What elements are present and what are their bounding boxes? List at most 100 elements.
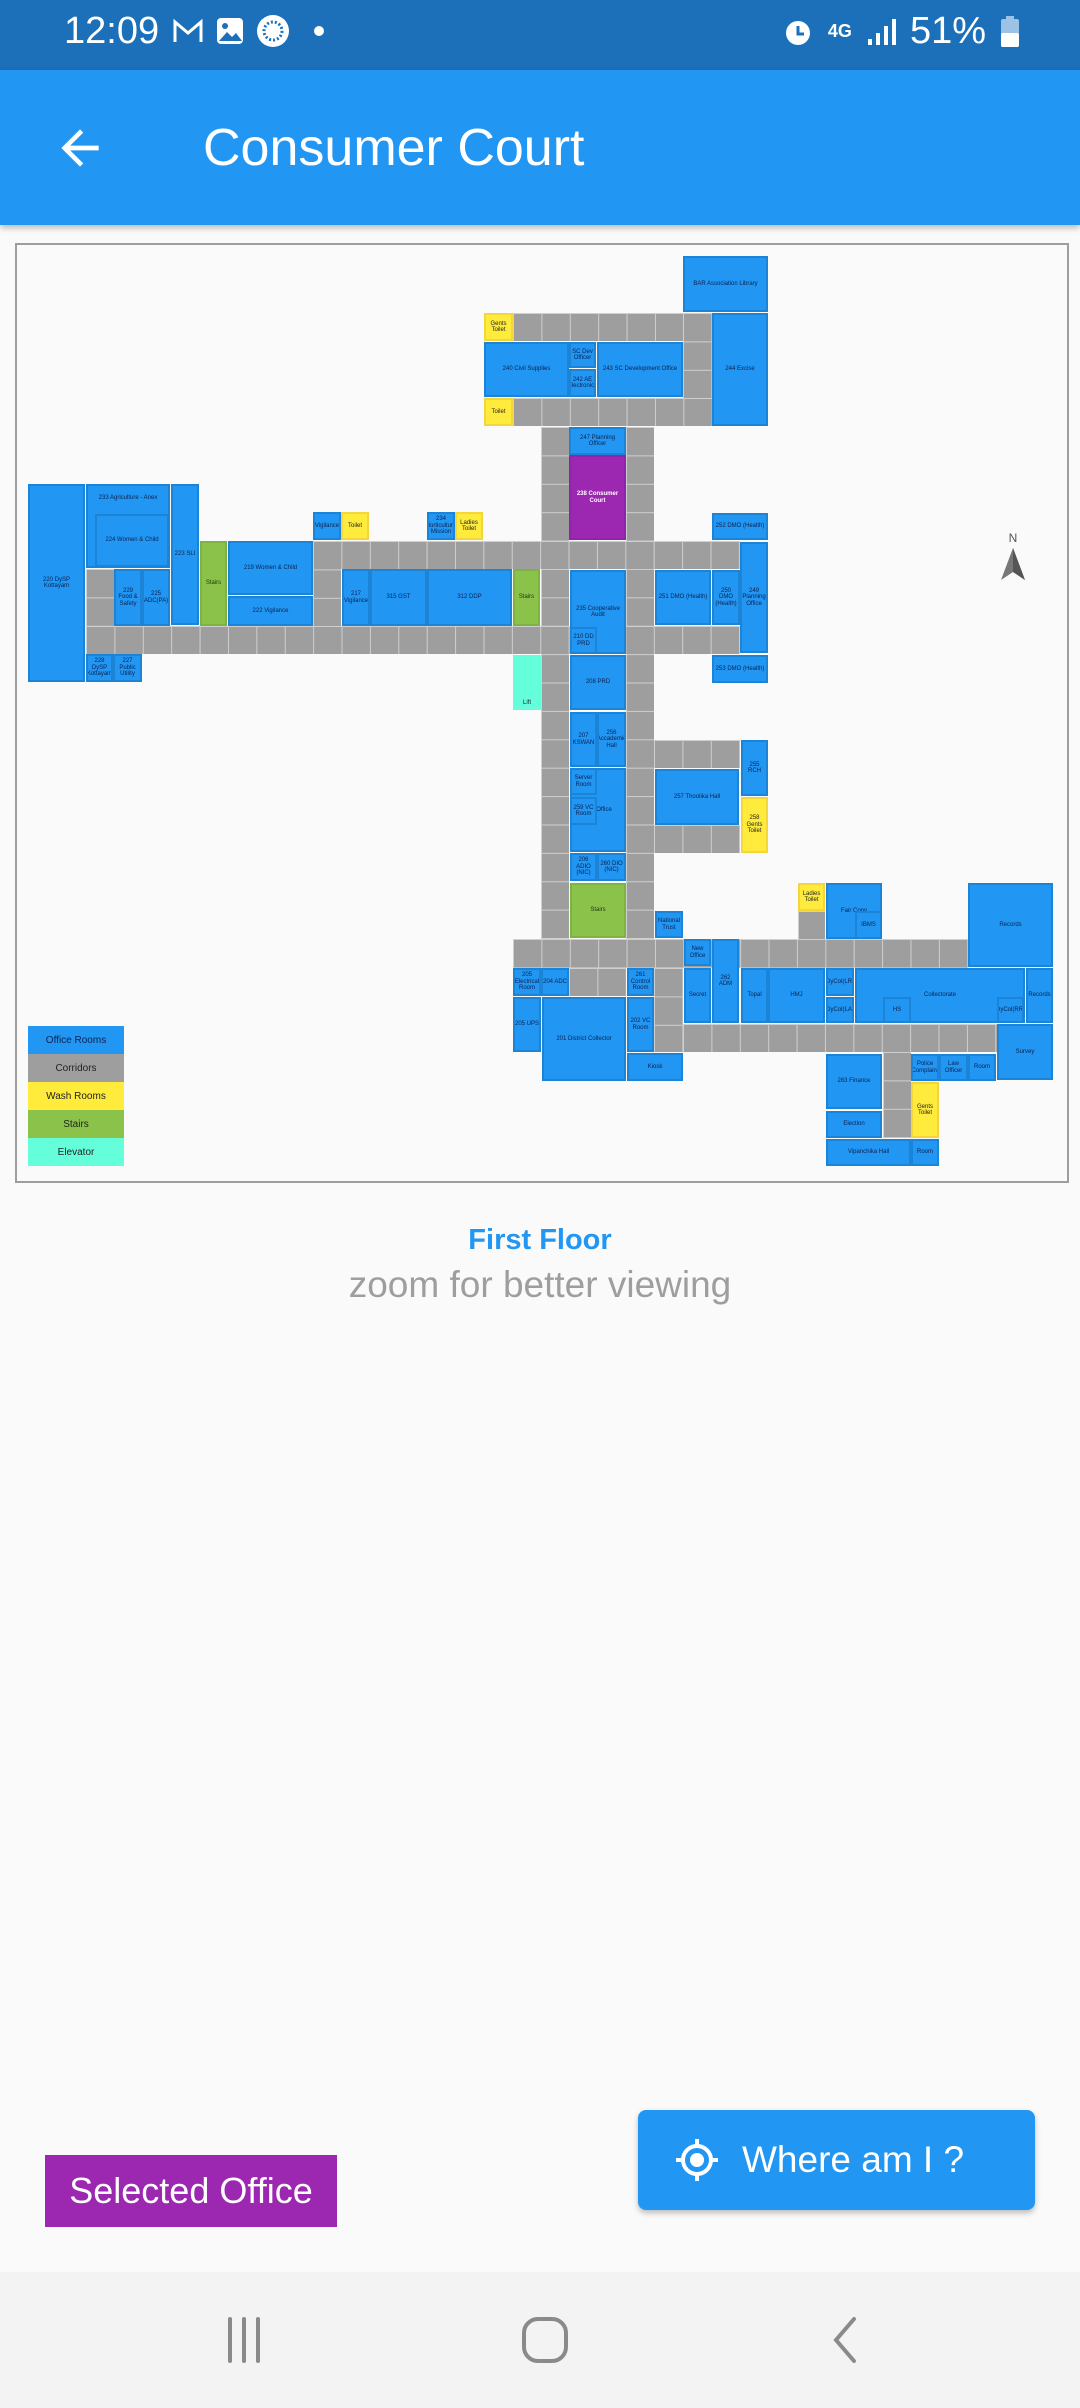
room-220-dysp-kottayam[interactable]: 220 DySP Kottayam	[28, 484, 85, 682]
arrow-left-icon[interactable]	[52, 120, 108, 176]
washroom-ladies-toilet[interactable]: Ladies Toilet	[455, 512, 483, 540]
room-records[interactable]: Records	[1026, 968, 1053, 1023]
room-251-dmo-health[interactable]: 251 DMO (Health)	[655, 570, 711, 625]
room-vigilance[interactable]: Vigilance	[313, 512, 341, 540]
room-204-adc[interactable]: 204 ADC	[541, 968, 569, 996]
room-server-room[interactable]: Server Room	[570, 768, 597, 795]
page-title: Consumer Court	[203, 119, 585, 177]
room-national-trust[interactable]: National Trust	[655, 911, 683, 938]
corridor	[569, 968, 626, 996]
zoom-hint: zoom for better viewing	[348, 1264, 732, 1305]
room-dycol-la[interactable]: DyCol(LA)	[826, 997, 854, 1023]
washroom-258-gents-toilet[interactable]: 258 Gents Toilet	[741, 797, 768, 853]
washroom-toilet[interactable]: Toilet	[341, 512, 369, 540]
room-262-adm[interactable]: 262 ADM	[712, 939, 739, 1023]
app-bar: Consumer Court	[0, 70, 1080, 225]
room-219-women-child[interactable]: 219 Women & Child	[228, 541, 313, 595]
room-243-sc-development-office[interactable]: 243 SC Development Office	[597, 342, 683, 397]
washroom-gents-toilet[interactable]: Gents Toilet	[484, 313, 513, 341]
stairs-stairs[interactable]: Stairs	[570, 883, 626, 938]
room-201-district-collector[interactable]: 201 District Collector	[542, 997, 626, 1081]
corridor	[654, 825, 740, 853]
back-icon[interactable]	[830, 2317, 860, 2363]
room-police-complaint[interactable]: Police Complaint	[911, 1054, 939, 1081]
room-238-consumer-court[interactable]: 238 Consumer Court	[569, 455, 626, 540]
room-252-dmo-health[interactable]: 252 DMO (Health)	[712, 513, 768, 540]
washroom-gents-toilet[interactable]: Gents Toilet	[911, 1082, 939, 1138]
where-am-i-button[interactable]: Where am I ?	[638, 2110, 1035, 2210]
room-205-ups[interactable]: 205 UPS	[513, 997, 541, 1052]
room-227-public-utility[interactable]: 227 Public Utility	[113, 654, 142, 682]
corridor	[654, 968, 683, 1052]
battery-percent: 51%	[909, 10, 986, 52]
room-240-civil-supplies[interactable]: 240 Civil Supplies	[484, 342, 569, 397]
legend-office: Office Rooms	[28, 1026, 124, 1054]
room-kiosk[interactable]: Kiosk	[627, 1053, 683, 1081]
room-224-women-child[interactable]: 224 Women & Child	[95, 514, 169, 567]
room-new-office[interactable]: New Office	[684, 939, 711, 966]
room-222-vigilance[interactable]: 222 Vigilance	[228, 596, 313, 626]
corridor	[513, 939, 968, 968]
room-312-ddp[interactable]: 312 DDP	[427, 569, 512, 626]
room-210-dd-prd[interactable]: 210 DD PRD	[570, 627, 597, 654]
room-315-gst[interactable]: 315 GST	[370, 569, 427, 626]
room-dycol-rr[interactable]: DyCol(RR)	[997, 997, 1024, 1023]
room-249-planning-office[interactable]: 249 Planning Office	[740, 542, 768, 653]
room-260-dio-nic[interactable]: 260 DIO (NIC)	[597, 853, 626, 881]
room-253-dmo-health[interactable]: 253 DMO (Health)	[712, 655, 768, 683]
room-257-thoolika-hall[interactable]: 257 Thoolika Hall	[655, 769, 739, 825]
stairs-stairs[interactable]: Stairs	[200, 541, 227, 626]
corridor	[683, 1024, 997, 1052]
home-icon[interactable]	[520, 2317, 570, 2363]
room-survey[interactable]: Survey	[997, 1024, 1053, 1080]
stairs-stairs[interactable]: Stairs	[513, 569, 540, 626]
room-sc-dev-officer[interactable]: SC Dev Officer	[569, 342, 596, 368]
corridor	[313, 541, 740, 569]
room-room[interactable]: Room	[968, 1054, 996, 1081]
room-bar-association-library[interactable]: BAR Association Library	[683, 256, 768, 312]
floor-map[interactable]: 220 DySP Kottayam 233 Agriculture - Anex 2…	[15, 243, 1069, 1183]
recent-apps-icon[interactable]	[222, 2317, 266, 2363]
room-206-adio-nic[interactable]: 206 ADIO (NIC)	[570, 853, 597, 881]
room-ibms[interactable]: IBMS	[855, 911, 882, 939]
crosshair-icon	[676, 2139, 718, 2181]
room-records[interactable]: Records	[968, 883, 1053, 967]
room-244-excise[interactable]: 244 Excise	[712, 313, 768, 426]
room-202-vc-room[interactable]: 202 VC Room	[627, 997, 654, 1052]
room-229-food-safety[interactable]: 229 Food & Safety	[114, 569, 142, 626]
room-250-dmo-health[interactable]: 250 DMO (Health)	[712, 570, 740, 625]
room-256-accademic-hall[interactable]: 256 Accademic Hall	[597, 712, 626, 767]
washroom-toilet[interactable]: Toilet	[484, 398, 513, 426]
room-217-vigilance[interactable]: 217 Vigilance	[342, 569, 370, 626]
room-election[interactable]: Election	[826, 1111, 882, 1138]
elevator-lift[interactable]: Lift	[513, 655, 541, 710]
status-bar: 12:09 4G 51%	[0, 0, 1080, 70]
compass-label: N	[1009, 531, 1018, 545]
room-261-control-room[interactable]: 261 Control Room	[627, 968, 654, 996]
room-hs[interactable]: HS	[883, 997, 911, 1023]
room-hmj[interactable]: HMJ	[768, 968, 825, 1023]
room-225-adc-pa[interactable]: 225 ADC(PA)	[142, 569, 170, 626]
room-263-finance[interactable]: 263 Finance	[826, 1054, 882, 1109]
room-205-electrical-room[interactable]: 205 Electrical Room	[513, 968, 541, 996]
room-223-sli[interactable]: 223 SLI	[171, 484, 199, 625]
room-topal[interactable]: Topal	[741, 968, 768, 1023]
battery-icon	[1001, 15, 1019, 47]
room-room[interactable]: Room	[911, 1139, 939, 1166]
room-law-officer[interactable]: Law Officer	[939, 1054, 968, 1081]
room-207-kswan[interactable]: 207 KSWAN	[570, 712, 597, 767]
corridor	[626, 427, 654, 939]
room-234-horticulture-mission[interactable]: 234 Horticulture Mission	[427, 512, 455, 540]
room-228-dysp-kottayam[interactable]: 228 DySP Kottayam	[86, 654, 113, 682]
room-secret[interactable]: Secret	[684, 968, 711, 1023]
room-247-planning-officer[interactable]: 247 Planning Officer	[569, 427, 626, 455]
room-dycol-lr[interactable]: DyCol(LR)	[826, 968, 854, 996]
washroom-ladies-toilet[interactable]: Ladies Toilet	[798, 883, 825, 911]
room-vipanchika-hall[interactable]: Vipanchika Hall	[826, 1139, 911, 1166]
legend-corridors: Corridors	[28, 1054, 124, 1082]
room-259-vc-room[interactable]: 259 VC Room	[570, 797, 597, 825]
room-208-prd[interactable]: 208 PRD	[570, 655, 626, 710]
room-255-rch[interactable]: 255 RCH	[741, 740, 768, 796]
room-242-ae-electronics[interactable]: 242 AE (Electronics)	[569, 369, 596, 397]
legend-elevator: Elevator	[28, 1138, 124, 1166]
